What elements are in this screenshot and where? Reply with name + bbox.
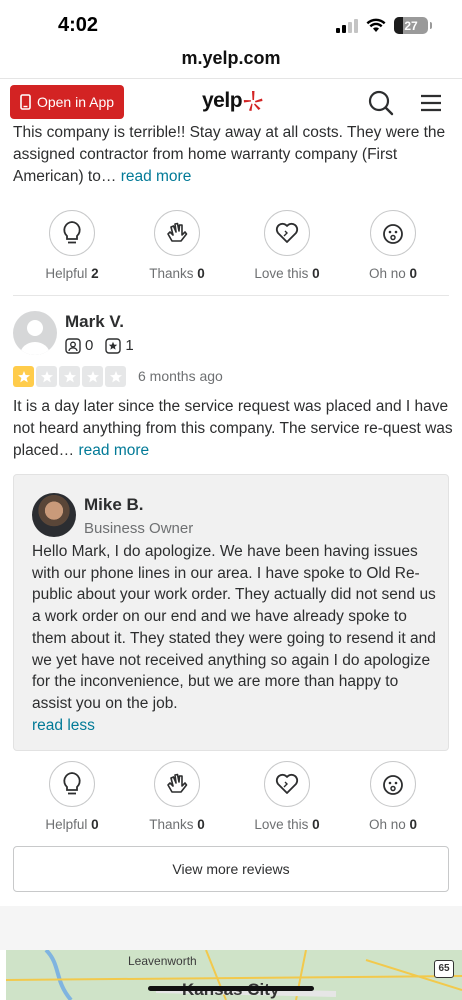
home-indicator[interactable] bbox=[148, 986, 314, 991]
star-rating bbox=[13, 366, 126, 387]
oh-no-button[interactable] bbox=[370, 761, 416, 807]
read-more-link[interactable]: read more bbox=[79, 442, 150, 459]
reaction-label: Love this bbox=[254, 266, 309, 281]
love-this-button[interactable] bbox=[264, 210, 310, 256]
open-in-app-button[interactable]: Open in App bbox=[10, 85, 124, 119]
owner-reply-text: Hello Mark, I do apologize. We have been… bbox=[32, 541, 436, 736]
menu-icon[interactable] bbox=[420, 94, 442, 112]
thanks-button[interactable] bbox=[154, 761, 200, 807]
helpful-reaction[interactable]: Helpful 2 bbox=[17, 210, 127, 281]
url-bar[interactable]: m.yelp.com bbox=[0, 48, 462, 69]
love-this-button[interactable] bbox=[264, 761, 310, 807]
oh-no-reaction[interactable]: Oh no 0 bbox=[338, 210, 448, 281]
oh-no-button[interactable] bbox=[370, 210, 416, 256]
battery-icon: 27 bbox=[394, 17, 432, 34]
battery-level: 27 bbox=[404, 18, 418, 33]
app-header: Open in App yelp bbox=[0, 79, 462, 125]
review-text: It is a day later since the service requ… bbox=[13, 396, 453, 462]
reaction-label: Thanks bbox=[149, 817, 194, 832]
heart-icon bbox=[275, 222, 299, 243]
star-icon bbox=[59, 366, 80, 387]
helpful-reaction[interactable]: Helpful 0 bbox=[17, 761, 127, 832]
review-reactions: Helpful 0 Thanks 0 Love this 0 Oh no 0 bbox=[0, 761, 462, 841]
heart-icon bbox=[275, 773, 299, 794]
reaction-label: Oh no bbox=[368, 817, 406, 832]
reaction-count: 0 bbox=[197, 817, 205, 832]
friends-icon bbox=[65, 337, 81, 354]
previous-review-body: This company is terrible!! Stay away at … bbox=[13, 124, 446, 185]
reviews-count: 1 bbox=[125, 337, 134, 354]
map-label-leavenworth: Leavenworth bbox=[128, 954, 197, 968]
status-icons: 27 bbox=[336, 17, 432, 34]
lightbulb-icon bbox=[63, 772, 81, 795]
owner-role: Business Owner bbox=[84, 520, 194, 537]
reaction-label: Helpful bbox=[45, 817, 88, 832]
owner-reply: Mike B. Business Owner Hello Mark, I do … bbox=[13, 474, 449, 751]
review-date: 6 months ago bbox=[138, 368, 223, 384]
clapping-hands-icon bbox=[167, 773, 188, 793]
reaction-count: 0 bbox=[409, 266, 418, 281]
helpful-button[interactable] bbox=[49, 761, 95, 807]
wifi-icon bbox=[366, 18, 386, 32]
reviewer-stats: 0 1 bbox=[65, 337, 134, 354]
reviews-star-icon bbox=[105, 337, 122, 354]
default-user-icon bbox=[20, 320, 50, 355]
friends-count: 0 bbox=[85, 337, 94, 354]
love-this-reaction[interactable]: Love this 0 bbox=[232, 210, 342, 281]
reaction-label: Thanks bbox=[149, 266, 194, 281]
owner-name[interactable]: Mike B. bbox=[84, 495, 144, 515]
thanks-reaction[interactable]: Thanks 0 bbox=[122, 210, 232, 281]
logo-text: yelp bbox=[202, 89, 243, 112]
surprised-face-icon bbox=[383, 224, 403, 244]
clapping-hands-icon bbox=[167, 222, 188, 242]
previous-review-reactions: Helpful 2 Thanks 0 Love this 0 Oh no 0 bbox=[0, 210, 462, 290]
previous-read-more-link[interactable]: read more bbox=[121, 168, 192, 185]
reaction-count: 0 bbox=[409, 817, 418, 832]
lightbulb-icon bbox=[63, 221, 81, 244]
reviewer-avatar[interactable] bbox=[13, 311, 57, 355]
previous-review-text: This company is terrible!! Stay away at … bbox=[13, 122, 453, 188]
status-bar: 4:02 27 bbox=[0, 0, 462, 46]
view-more-reviews-button[interactable]: View more reviews bbox=[13, 846, 449, 892]
search-icon[interactable] bbox=[368, 90, 394, 116]
review-divider bbox=[13, 295, 449, 296]
reaction-label: Helpful bbox=[45, 266, 88, 281]
cellular-signal-icon bbox=[336, 18, 358, 33]
reaction-label: Oh no bbox=[368, 266, 406, 281]
thanks-button[interactable] bbox=[154, 210, 200, 256]
surprised-face-icon bbox=[383, 775, 403, 795]
star-icon bbox=[36, 366, 57, 387]
reviewer-name[interactable]: Mark V. bbox=[65, 312, 124, 332]
reaction-count: 0 bbox=[312, 817, 320, 832]
star-icon bbox=[105, 366, 126, 387]
reaction-count: 0 bbox=[312, 266, 320, 281]
reaction-count: 0 bbox=[91, 817, 99, 832]
reaction-count: 2 bbox=[91, 266, 99, 281]
open-in-app-label: Open in App bbox=[36, 94, 115, 110]
helpful-button[interactable] bbox=[49, 210, 95, 256]
owner-reply-body: Hello Mark, I do apologize. We have been… bbox=[32, 543, 436, 712]
thanks-reaction[interactable]: Thanks 0 bbox=[122, 761, 232, 832]
highway-shield: 65 bbox=[434, 960, 454, 978]
section-spacer bbox=[0, 906, 462, 950]
star-icon bbox=[82, 366, 103, 387]
star-icon bbox=[13, 366, 34, 387]
read-less-link[interactable]: read less bbox=[32, 715, 436, 737]
reaction-label: Love this bbox=[254, 817, 309, 832]
yelp-burst-icon bbox=[243, 91, 263, 111]
phone-icon bbox=[20, 94, 31, 110]
reaction-count: 0 bbox=[197, 266, 205, 281]
love-this-reaction[interactable]: Love this 0 bbox=[232, 761, 342, 832]
owner-avatar[interactable] bbox=[32, 493, 76, 537]
map[interactable]: Leavenworth Kansas City 65 bbox=[6, 950, 462, 1000]
status-time: 4:02 bbox=[58, 14, 99, 36]
oh-no-reaction[interactable]: Oh no 0 bbox=[338, 761, 448, 832]
yelp-logo[interactable]: yelp bbox=[202, 89, 263, 113]
